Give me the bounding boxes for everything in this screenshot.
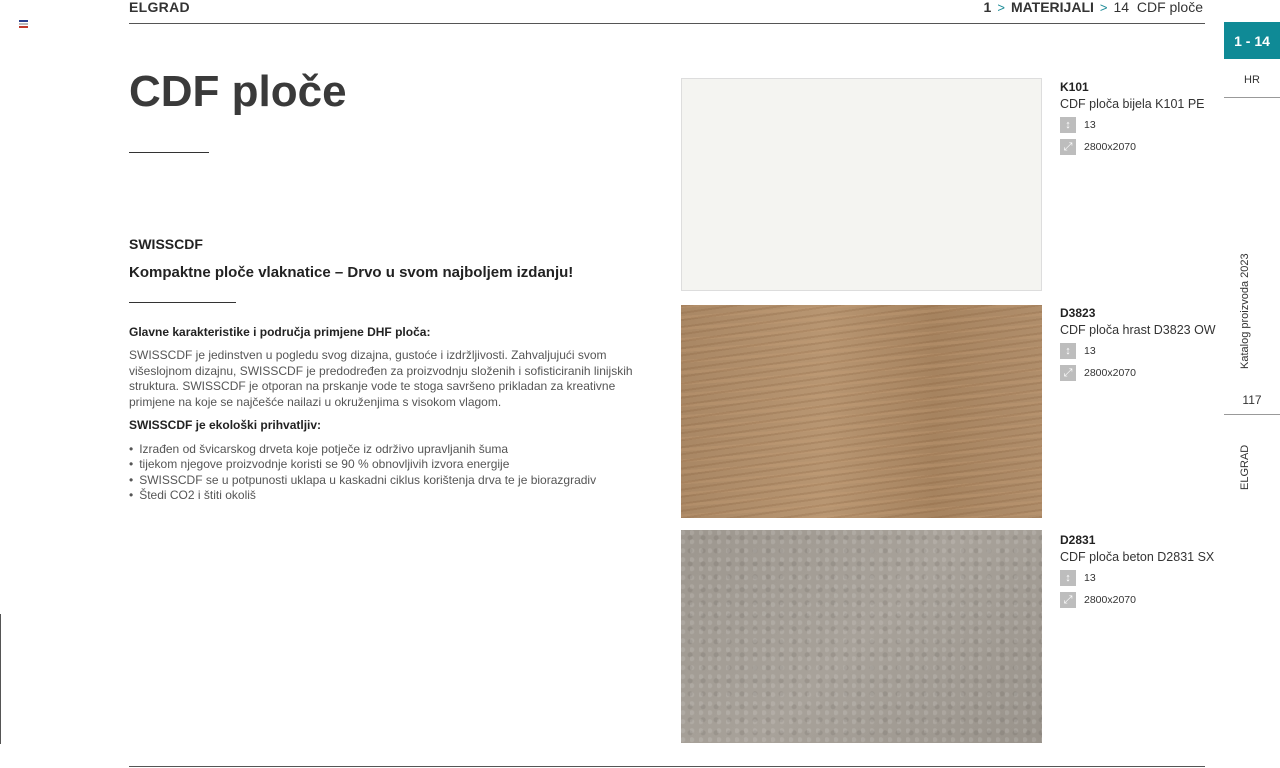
list-item: SWISSCDF se u potpunosti uklapa u kaskad… <box>129 473 689 488</box>
chevron-right-icon: > <box>1099 0 1108 15</box>
size-spec: ⤢ 2800x2070 <box>1060 592 1220 608</box>
list-item: Izrađen od švicarskog drveta koje potječ… <box>129 442 689 457</box>
list-item: tijekom njegove proizvodnje koristi se 9… <box>129 457 689 472</box>
breadcrumb-chapter[interactable]: MATERIJALI <box>1011 0 1094 15</box>
product-swatch-oak <box>681 305 1042 518</box>
divider <box>129 152 209 153</box>
product-name: CDF ploča bijela K101 PE <box>1060 97 1205 111</box>
size-spec: ⤢ 2800x2070 <box>1060 139 1220 155</box>
eco-list: Izrađen od švicarskog drveta koje potječ… <box>129 442 689 503</box>
breadcrumb: 1 > MATERIJALI >14 CDF ploče <box>984 0 1203 15</box>
product-info: K101 CDF ploča bijela K101 PE ↕ 13 ⤢ 2800x… <box>1060 80 1220 155</box>
thickness-spec: ↕ 13 <box>1060 117 1220 133</box>
product-name: CDF ploča beton D2831 SX <box>1060 550 1215 564</box>
tagline: Kompaktne ploče vlaknatice – Drvo u svom… <box>129 264 574 281</box>
thickness-spec: ↕ 13 <box>1060 570 1220 586</box>
dimensions-icon: ⤢ <box>1060 592 1076 608</box>
page-title: CDF ploče <box>129 67 347 116</box>
breadcrumb-chapter-number: 1 <box>983 0 992 15</box>
dimensions-icon: ⤢ <box>1060 139 1076 155</box>
product-line-title: SWISSCDF <box>129 236 203 252</box>
product-code: D3823 <box>1060 306 1096 320</box>
thickness-icon: ↕ <box>1060 343 1076 359</box>
breadcrumb-section[interactable]: CDF ploče <box>1137 0 1203 15</box>
features-heading: Glavne karakteristike i područja primjen… <box>129 325 431 339</box>
product-info: D3823 CDF ploča hrast D3823 OW ↕ 13 ⤢ 2800… <box>1060 306 1220 381</box>
page-number: 117 <box>1224 386 1280 415</box>
product-name: CDF ploča hrast D3823 OW <box>1060 323 1216 337</box>
footer-divider <box>129 766 1205 767</box>
flag-icon <box>19 20 28 28</box>
page-header: ELGRAD 1 > MATERIJALI >14 CDF ploče <box>129 0 1205 24</box>
catalog-label: Katalog proizvoda 2023 <box>1239 253 1251 369</box>
edge-line <box>0 614 1 744</box>
size-value: 2800x2070 <box>1084 594 1136 606</box>
side-brand: ELGRAD <box>1239 444 1251 490</box>
divider <box>129 302 236 303</box>
size-spec: ⤢ 2800x2070 <box>1060 365 1220 381</box>
breadcrumb-section-number: 14 <box>1113 0 1130 15</box>
features-text: SWISSCDF je jedinstven u pogledu svog di… <box>129 348 633 409</box>
list-item: Štedi CO2 i štiti okoliš <box>129 488 689 503</box>
thickness-value: 13 <box>1084 119 1096 131</box>
product-info: D2831 CDF ploča beton D2831 SX ↕ 13 ⤢ 2800… <box>1060 533 1220 608</box>
language-label: HR <box>1224 62 1280 98</box>
thickness-spec: ↕ 13 <box>1060 343 1220 359</box>
thickness-icon: ↕ <box>1060 117 1076 133</box>
thickness-value: 13 <box>1084 572 1096 584</box>
chevron-right-icon: > <box>997 0 1005 15</box>
section-tab[interactable]: 1 - 14 <box>1224 22 1280 59</box>
eco-heading: SWISSCDF je ekološki prihvatljiv: <box>129 418 322 432</box>
thickness-icon: ↕ <box>1060 570 1076 586</box>
product-swatch-white <box>681 78 1042 291</box>
size-value: 2800x2070 <box>1084 367 1136 379</box>
product-code: K101 <box>1060 80 1089 94</box>
dimensions-icon: ⤢ <box>1060 365 1076 381</box>
thickness-value: 13 <box>1084 345 1096 357</box>
product-code: D2831 <box>1060 533 1096 547</box>
product-swatch-concrete <box>681 530 1042 743</box>
size-value: 2800x2070 <box>1084 141 1136 153</box>
header-brand: ELGRAD <box>129 0 190 15</box>
